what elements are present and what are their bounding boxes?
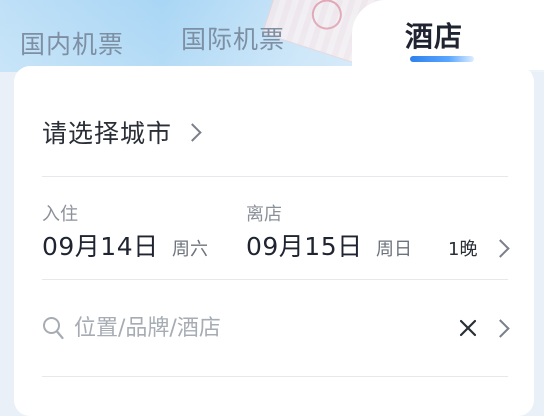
close-icon[interactable] (458, 318, 478, 338)
tab-hotel[interactable]: 酒店 (405, 15, 463, 55)
hotel-search-input[interactable] (74, 311, 444, 345)
tab-domestic-flights[interactable]: 国内机票 (20, 25, 124, 61)
checkout-label: 离店 (246, 204, 282, 225)
active-tab-indicator (410, 56, 474, 62)
checkin-label: 入住 (42, 204, 78, 225)
divider (42, 176, 508, 177)
city-selector-label: 请选择城市 (42, 119, 173, 148)
nights-count[interactable]: 1晚 (448, 235, 477, 261)
chevron-right-icon (183, 122, 202, 142)
search-icon (43, 317, 64, 340)
checkin-date[interactable]: 09月14日 (42, 227, 159, 263)
tab-international-flights[interactable]: 国际机票 (181, 20, 285, 56)
city-selector[interactable]: 请选择城市 (42, 110, 512, 154)
divider (42, 376, 508, 377)
checkin-weekday: 周六 (172, 239, 208, 260)
checkout-weekday: 周日 (376, 239, 412, 260)
checkout-date[interactable]: 09月15日 (246, 227, 363, 263)
divider (42, 279, 508, 280)
